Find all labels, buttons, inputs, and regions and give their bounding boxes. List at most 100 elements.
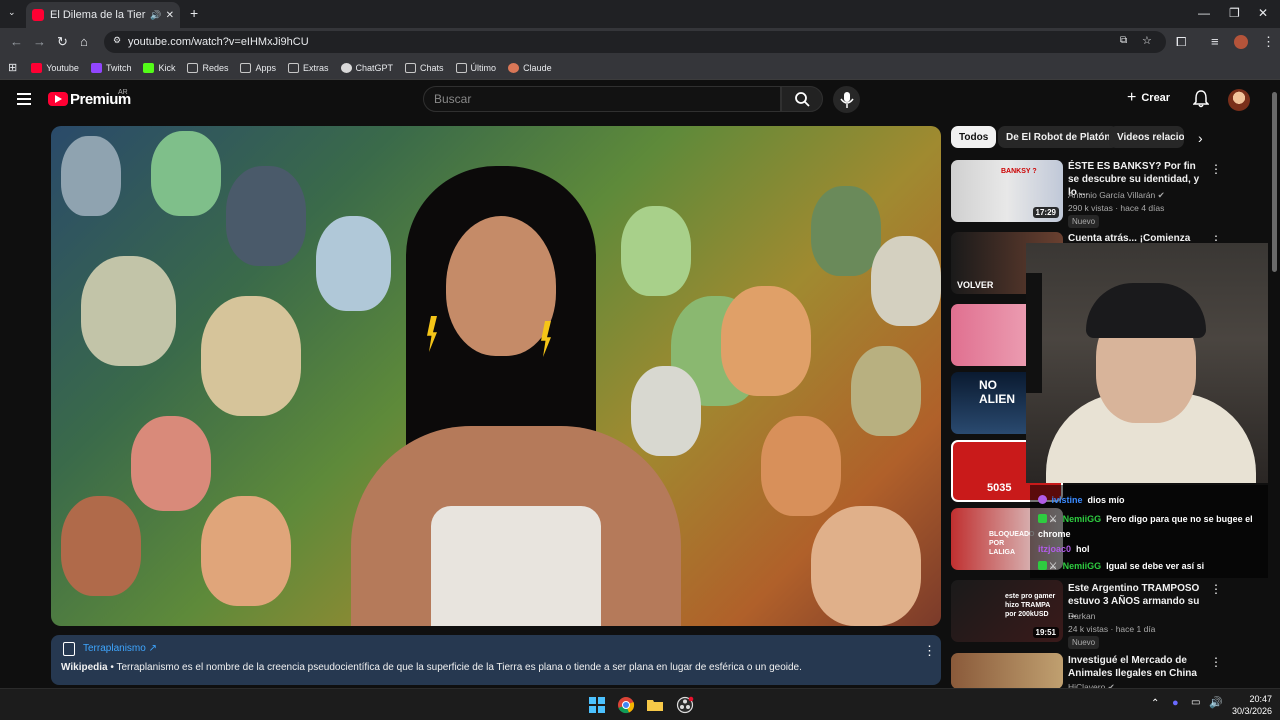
obs-icon[interactable] [676, 696, 694, 714]
tab-search-icon[interactable]: ⌄ [8, 7, 16, 18]
windows-start-icon[interactable] [588, 696, 606, 714]
rec-channel[interactable]: Antonio García Villarán ✔ [1068, 190, 1165, 201]
url-field[interactable]: ⚙ youtube.com/watch?v=eIHMxJi9hCU ⧉ ☆ [104, 31, 1166, 53]
volume-icon[interactable]: 🔊 [1209, 696, 1223, 709]
clock-time: 20:47 [1249, 694, 1272, 704]
portrait-figure [61, 136, 121, 216]
presenter-face [446, 216, 556, 356]
youtube-logo-icon[interactable] [48, 92, 68, 106]
rec-more-icon[interactable]: ⋮ [1210, 582, 1222, 596]
forward-icon[interactable]: → [33, 34, 46, 49]
rec-thumbnail[interactable] [951, 653, 1063, 689]
file-explorer-icon[interactable] [646, 696, 664, 714]
portrait-figure [851, 346, 921, 436]
bookmark-folder-extras[interactable]: Extras [288, 62, 329, 73]
site-info-icon[interactable]: ⚙ [113, 35, 121, 46]
info-link[interactable]: Terraplanismo ↗ [83, 643, 157, 654]
notifications-bell-icon[interactable] [1193, 90, 1209, 108]
tray-app-icon[interactable]: ● [1172, 697, 1179, 709]
bookmark-twitch[interactable]: Twitch [90, 62, 131, 73]
browser-tab-strip: ⌄ El Dilema de la Tierra PAPA 🔊 ✕ + — ❐ … [0, 0, 1280, 28]
bookmark-label: Kick [158, 62, 176, 73]
portrait-figure [811, 186, 881, 276]
presenter-top [431, 506, 601, 626]
folder-icon [455, 62, 467, 73]
system-clock[interactable]: 20:47 30/3/2026 [1228, 693, 1272, 717]
home-icon[interactable]: ⌂ [80, 34, 88, 49]
duration-badge: 17:29 [1032, 207, 1059, 218]
rec-more-icon[interactable]: ⋮ [1210, 162, 1222, 176]
restore-button[interactable]: ❐ [1229, 6, 1240, 20]
browser-menu-icon[interactable]: ⋮ [1262, 34, 1275, 50]
menu-hamburger-icon[interactable] [17, 93, 31, 105]
bookmark-chatgpt[interactable]: ChatGPT [340, 62, 393, 73]
rec-meta: 24 k vistas · hace 1 día [1068, 624, 1156, 634]
rec-meta: 290 k vistas · hace 4 días [1068, 203, 1165, 213]
portrait-figure [81, 256, 176, 366]
bookmark-folder-redes[interactable]: Redes [187, 62, 228, 73]
tray-chevron-icon[interactable]: ⌃ [1151, 698, 1159, 709]
info-description: • Terraplanismo es el nombre de la creen… [107, 662, 802, 673]
region-code: AR [118, 89, 128, 96]
portrait-figure [871, 236, 941, 326]
rec-thumbnail[interactable]: BANKSY ? 17:29 [951, 160, 1063, 222]
rec-title[interactable]: Investigué el Mercado de Animales Ilegal… [1068, 654, 1206, 680]
page-scrollbar[interactable] [1272, 92, 1277, 272]
extensions-icon[interactable]: ⧠ [1176, 34, 1186, 50]
chat-user: itzjoac0 [1038, 544, 1072, 554]
bookmark-claude[interactable]: Claude [508, 62, 552, 73]
chat-text: hol [1076, 544, 1090, 554]
chatgpt-icon [340, 62, 352, 73]
info-panel: Terraplanismo ↗ Wikipedia • Terraplanism… [51, 635, 941, 685]
chat-overlay: ivistine dios mío ⚔ NemiiGG Pero digo pa… [1030, 485, 1268, 578]
more-options-icon[interactable]: ⋮ [923, 643, 936, 659]
bookmark-youtube[interactable]: Youtube [31, 62, 79, 73]
thumb-caption: este pro gamer hizo TRAMPA por 200kUSD [1005, 593, 1056, 618]
plus-icon: + [1127, 89, 1137, 106]
rec-more-icon[interactable]: ⋮ [1210, 655, 1222, 669]
search-button[interactable] [781, 86, 823, 112]
chip-related[interactable]: Videos relacion [1109, 126, 1184, 148]
new-badge: Nuevo [1068, 215, 1100, 228]
search-placeholder: Buscar [434, 92, 472, 106]
bookmark-folder-chats[interactable]: Chats [405, 62, 444, 73]
install-app-icon[interactable]: ⧉ [1120, 35, 1127, 46]
mic-icon [840, 92, 854, 108]
search-input[interactable]: Buscar [423, 86, 781, 112]
apps-grid-icon[interactable]: ⊞ [8, 61, 17, 74]
bookmark-star-icon[interactable]: ☆ [1142, 34, 1152, 47]
chrome-icon[interactable] [617, 696, 635, 714]
bookmark-label: Último [470, 62, 497, 73]
browser-tab[interactable]: El Dilema de la Tierra PAPA 🔊 ✕ [26, 2, 180, 28]
microphone-stand [1026, 273, 1042, 393]
tab-close-icon[interactable]: ✕ [166, 10, 174, 21]
rec-channel[interactable]: Darkan [1068, 611, 1095, 621]
profile-avatar-icon[interactable] [1234, 35, 1248, 49]
chat-user: NemiiGG [1062, 514, 1102, 524]
reload-icon[interactable]: ↻ [57, 34, 68, 50]
back-icon[interactable]: ← [10, 34, 23, 49]
bookmark-folder-apps[interactable]: Apps [240, 62, 276, 73]
url-text: youtube.com/watch?v=eIHMxJi9hCU [128, 36, 309, 48]
bookmark-folder-ultimo[interactable]: Último [455, 62, 497, 73]
thumb-caption: NO ALIEN [979, 378, 1015, 406]
rec-thumbnail[interactable]: este pro gamer hizo TRAMPA por 200kUSD 1… [951, 580, 1063, 642]
chat-message: ⚔ NemiiGG Pero digo para que no se bugee… [1038, 512, 1264, 542]
thumb-caption: BANKSY ? [1001, 168, 1037, 175]
voice-search-button[interactable] [833, 86, 860, 113]
chip-channel[interactable]: De El Robot de Platón [998, 126, 1119, 148]
kick-icon [143, 62, 155, 73]
new-tab-button[interactable]: + [190, 5, 198, 21]
account-avatar[interactable] [1228, 89, 1250, 111]
chevron-right-icon[interactable]: › [1198, 130, 1203, 146]
minimize-button[interactable]: — [1198, 6, 1210, 20]
search-icon [795, 92, 810, 107]
chat-message: ⚔ NemiiGG Igual se debe ver así si [1038, 561, 1204, 572]
close-window-button[interactable]: ✕ [1258, 6, 1268, 20]
network-icon[interactable]: ▭ [1191, 697, 1200, 708]
bookmark-kick[interactable]: Kick [143, 62, 176, 73]
video-player[interactable] [51, 126, 941, 626]
create-button[interactable]: + Crear [1127, 89, 1170, 107]
chip-todos[interactable]: Todos [951, 126, 997, 148]
media-control-icon[interactable]: ≡ [1211, 34, 1219, 49]
